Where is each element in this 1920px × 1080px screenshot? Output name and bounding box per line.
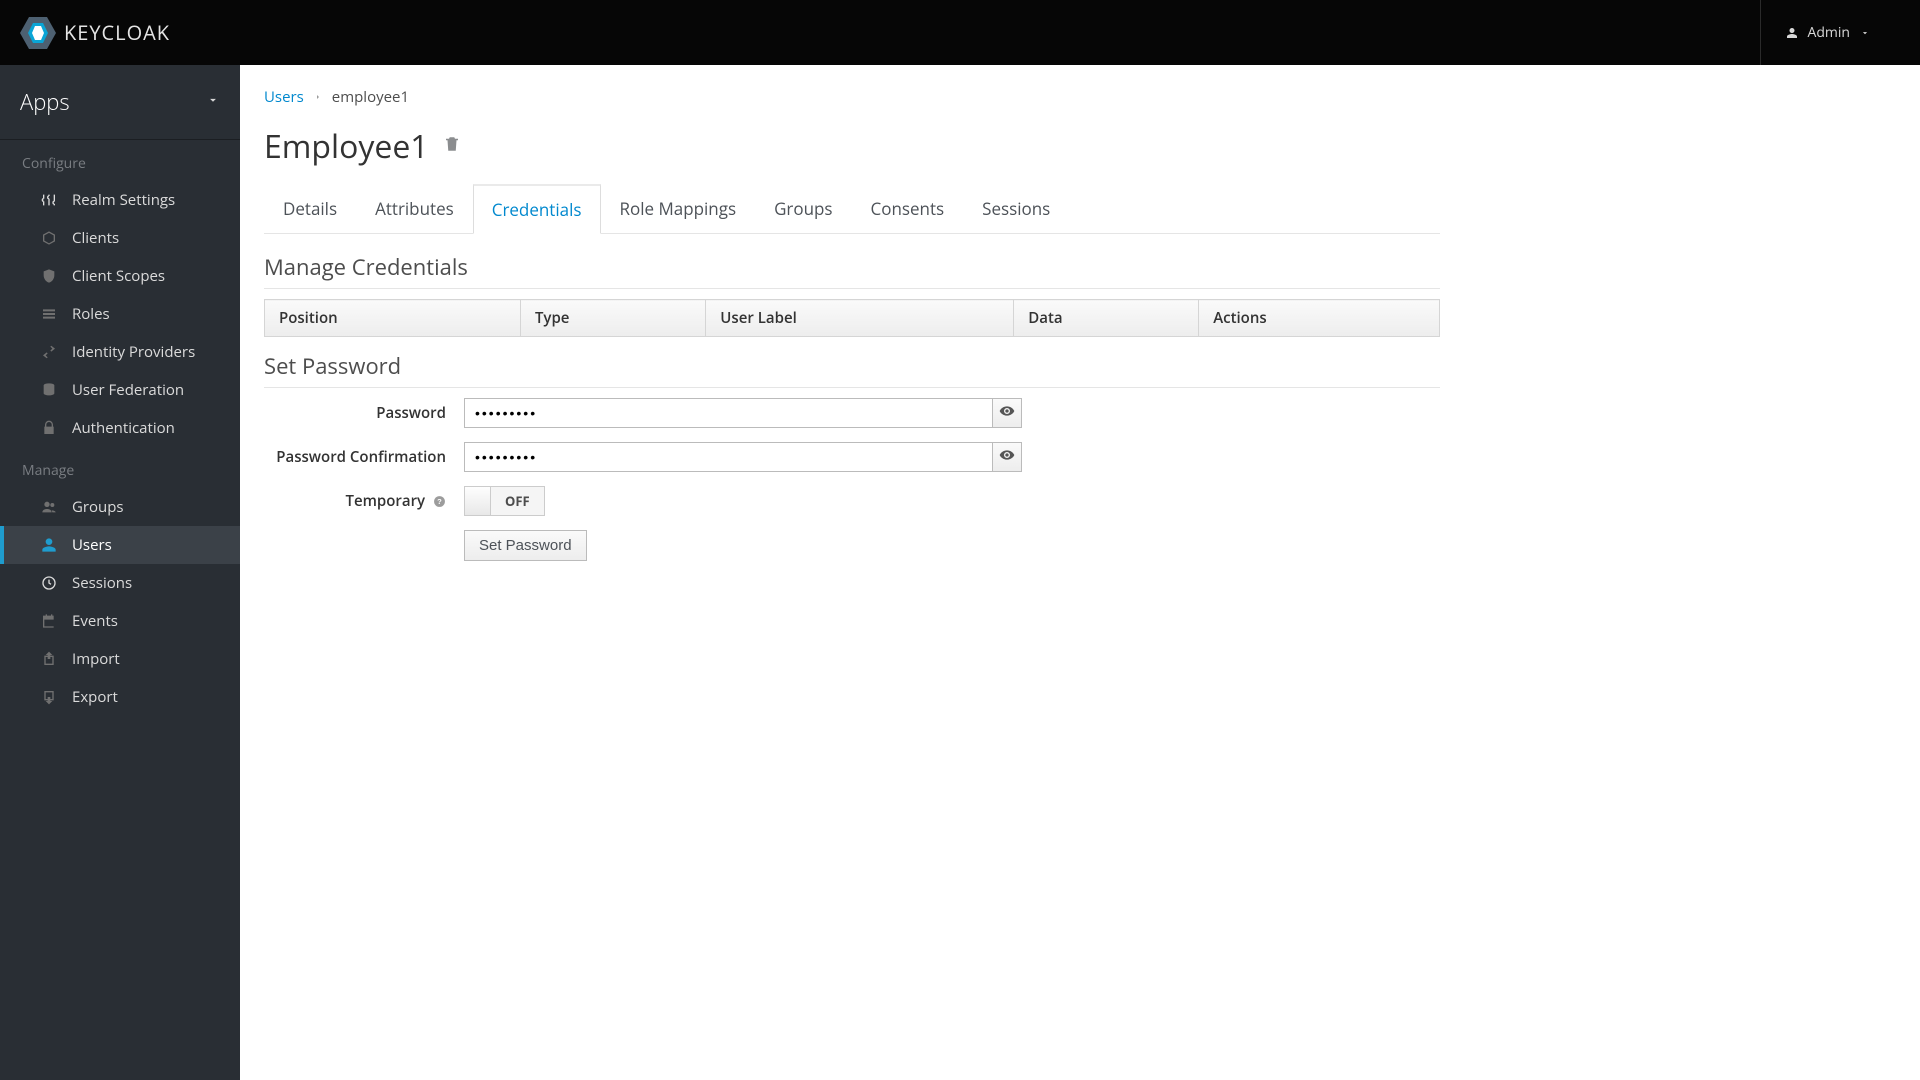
chevron-down-icon [206, 93, 220, 112]
set-password-title: Set Password [264, 351, 1440, 388]
sliders-icon [40, 192, 58, 208]
svg-text:?: ? [437, 498, 442, 507]
sidebar-item-client-scopes[interactable]: Client Scopes [0, 257, 240, 295]
password-label: Password [264, 403, 464, 423]
tab-details[interactable]: Details [264, 184, 356, 234]
admin-label: Admin [1808, 23, 1851, 42]
person-icon [1786, 27, 1798, 39]
breadcrumb: Users employee1 [264, 87, 1440, 107]
clock-icon [40, 575, 58, 591]
tab-role-mappings[interactable]: Role Mappings [601, 184, 756, 234]
breadcrumb-root-link[interactable]: Users [264, 87, 304, 107]
sidebar-item-label: Authentication [72, 418, 175, 438]
sidebar-item-export[interactable]: Export [0, 678, 240, 716]
manage-credentials-title: Manage Credentials [264, 252, 1440, 289]
chevron-down-icon [1860, 28, 1870, 38]
delete-user-button[interactable] [443, 135, 461, 158]
tab-attributes[interactable]: Attributes [356, 184, 473, 234]
realm-selector[interactable]: Apps [0, 65, 240, 140]
column-header: Actions [1199, 300, 1440, 337]
credentials-table-header: PositionTypeUser LabelDataActions [265, 300, 1440, 337]
shield-icon [40, 268, 58, 284]
sidebar-item-identity-providers[interactable]: Identity Providers [0, 333, 240, 371]
keycloak-logo-icon [20, 17, 56, 49]
tabs: DetailsAttributesCredentialsRole Mapping… [264, 184, 1440, 234]
sidebar: Apps Configure Realm Settings Clients Clie… [0, 65, 240, 1080]
set-password-form: Password Password Confirmation [264, 398, 1440, 561]
database-icon [40, 382, 58, 398]
column-header: Type [520, 300, 705, 337]
sidebar-section-configure: Configure [0, 140, 240, 181]
topbar: KEYCLOAK Admin [0, 0, 1920, 65]
sidebar-item-label: Import [72, 649, 120, 669]
sidebar-item-import[interactable]: Import [0, 640, 240, 678]
password-confirm-input[interactable] [464, 442, 992, 472]
sidebar-item-label: Export [72, 687, 118, 707]
brand-logo[interactable]: KEYCLOAK [20, 17, 170, 49]
realm-name: Apps [20, 87, 70, 117]
temporary-label: Temporary ? [264, 491, 464, 511]
sidebar-section-manage: Manage [0, 447, 240, 488]
toggle-handle [465, 487, 491, 515]
eye-icon [999, 403, 1015, 424]
tab-sessions[interactable]: Sessions [963, 184, 1069, 234]
sidebar-item-label: Realm Settings [72, 190, 175, 210]
sidebar-item-label: Clients [72, 228, 119, 248]
sidebar-item-label: User Federation [72, 380, 184, 400]
sidebar-item-label: Groups [72, 497, 124, 517]
sidebar-item-label: Roles [72, 304, 110, 324]
chevron-right-icon [314, 87, 322, 107]
sidebar-item-authentication[interactable]: Authentication [0, 409, 240, 447]
brand-text: KEYCLOAK [64, 19, 170, 46]
sidebar-item-user-federation[interactable]: User Federation [0, 371, 240, 409]
admin-user-menu[interactable]: Admin [1760, 0, 1920, 65]
exchange-icon [40, 344, 58, 360]
sidebar-item-sessions[interactable]: Sessions [0, 564, 240, 602]
tab-consents[interactable]: Consents [852, 184, 964, 234]
sidebar-item-label: Sessions [72, 573, 132, 593]
page-title: Employee1 [264, 125, 429, 168]
sidebar-item-users[interactable]: Users [0, 526, 240, 564]
column-header: Data [1014, 300, 1199, 337]
export-icon [40, 689, 58, 705]
lock-icon [40, 420, 58, 436]
person-icon [40, 537, 58, 553]
calendar-icon [40, 613, 58, 629]
sidebar-item-roles[interactable]: Roles [0, 295, 240, 333]
group-icon [40, 499, 58, 515]
eye-icon [999, 447, 1015, 468]
trash-icon [443, 139, 461, 158]
breadcrumb-current: employee1 [332, 87, 409, 107]
column-header: User Label [706, 300, 1014, 337]
toggle-password-visibility-button[interactable] [992, 398, 1022, 428]
password-confirm-label: Password Confirmation [264, 447, 464, 467]
toggle-confirm-visibility-button[interactable] [992, 442, 1022, 472]
toggle-state-label: OFF [491, 487, 544, 515]
sidebar-item-label: Identity Providers [72, 342, 195, 362]
set-password-button[interactable]: Set Password [464, 530, 587, 561]
sidebar-item-events[interactable]: Events [0, 602, 240, 640]
list-icon [40, 306, 58, 322]
sidebar-item-label: Client Scopes [72, 266, 165, 286]
import-icon [40, 651, 58, 667]
column-header: Position [265, 300, 521, 337]
credentials-table: PositionTypeUser LabelDataActions [264, 299, 1440, 337]
sidebar-item-label: Users [72, 535, 112, 555]
cube-icon [40, 230, 58, 246]
password-input[interactable] [464, 398, 992, 428]
help-icon[interactable]: ? [433, 495, 446, 508]
tab-credentials[interactable]: Credentials [473, 184, 601, 234]
sidebar-item-groups[interactable]: Groups [0, 488, 240, 526]
sidebar-item-clients[interactable]: Clients [0, 219, 240, 257]
sidebar-item-realm-settings[interactable]: Realm Settings [0, 181, 240, 219]
page-title-row: Employee1 [264, 125, 1440, 168]
sidebar-item-label: Events [72, 611, 118, 631]
tab-groups[interactable]: Groups [755, 184, 851, 234]
temporary-toggle[interactable]: OFF [464, 486, 545, 516]
main-content: Users employee1 Employee1 DetailsAttribu… [240, 65, 1920, 1080]
